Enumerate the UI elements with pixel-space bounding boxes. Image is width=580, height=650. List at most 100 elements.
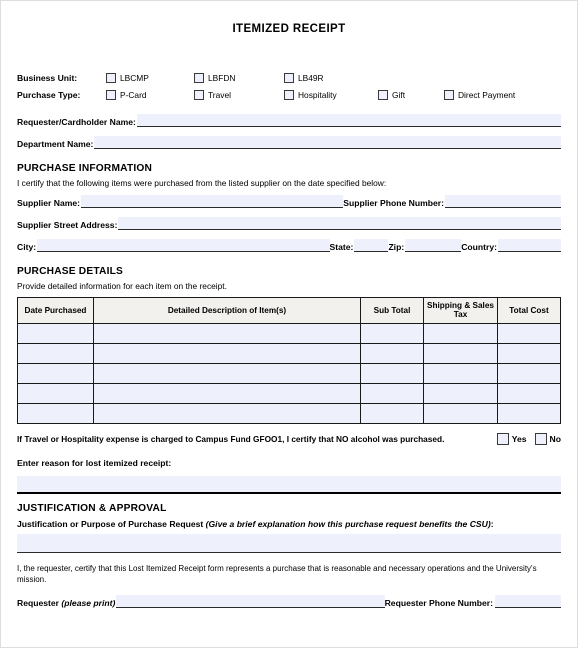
cell-total-cost[interactable] (497, 402, 561, 424)
page-title: ITEMIZED RECEIPT (232, 23, 346, 35)
cell-shipping-tax[interactable] (423, 382, 498, 404)
checkbox-icon[interactable] (106, 72, 116, 83)
city-state-zip-country-row: City: State: Zip: Country: (17, 239, 561, 252)
section-divider (17, 491, 561, 494)
city-input[interactable] (37, 239, 330, 252)
requester-name-row: Requester/Cardholder Name: (17, 114, 561, 127)
cell-description[interactable] (93, 382, 361, 404)
cell-sub-total[interactable] (360, 362, 424, 384)
option-label: LBFDN (208, 72, 236, 83)
supplier-address-input[interactable] (118, 217, 561, 230)
cell-sub-total[interactable] (360, 342, 424, 364)
country-label: Country: (461, 242, 497, 252)
lost-receipt-reason-input[interactable] (17, 475, 561, 492)
cell-total-cost[interactable] (497, 342, 561, 364)
cell-sub-total[interactable] (360, 322, 424, 344)
table-row (17, 342, 561, 364)
column-header-sub-total: Sub Total (360, 297, 424, 324)
cell-shipping-tax[interactable] (423, 322, 498, 344)
alcohol-yes-label: Yes (511, 433, 527, 444)
column-header-description: Detailed Description of Item(s) (93, 297, 361, 324)
requester-signature-row: Requester (please print) Requester Phone… (17, 595, 561, 609)
purchase-type-option-gift[interactable]: Gift (378, 89, 444, 100)
receipt-form-page: ITEMIZED RECEIPT Business Unit: LBCMP LB… (0, 0, 578, 648)
supplier-phone-label: Supplier Phone Number: (343, 198, 444, 208)
checkbox-icon[interactable] (378, 89, 388, 100)
supplier-name-row: Supplier Name: Supplier Phone Number: (17, 195, 561, 208)
purchase-details-table: Date Purchased Detailed Description of I… (17, 297, 561, 424)
justification-heading: JUSTIFICATION & APPROVAL (17, 502, 167, 514)
requester-print-label-bold: Requester (17, 598, 60, 609)
requester-print-input[interactable] (116, 595, 385, 609)
cell-total-cost[interactable] (497, 322, 561, 344)
checkbox-icon[interactable] (284, 72, 294, 83)
checkbox-icon[interactable] (444, 89, 454, 100)
cell-total-cost[interactable] (497, 362, 561, 384)
cell-date[interactable] (17, 402, 94, 424)
requester-name-input[interactable] (136, 114, 561, 127)
state-input[interactable] (354, 239, 389, 252)
supplier-name-input[interactable] (81, 195, 344, 208)
purchase-type-row: Purchase Type: P-Card Travel Hospitality… (17, 86, 561, 103)
cell-description[interactable] (93, 402, 361, 424)
checkbox-icon[interactable] (106, 89, 116, 100)
purchase-type-label: Purchase Type: (17, 89, 81, 100)
cell-description[interactable] (93, 362, 361, 384)
zip-label: Zip: (388, 242, 405, 252)
business-unit-option-lbcmp[interactable]: LBCMP (106, 72, 194, 83)
alcohol-yes-checkbox-icon[interactable] (496, 432, 509, 445)
cell-shipping-tax[interactable] (423, 402, 498, 424)
justification-prompt-suffix: : (490, 518, 494, 529)
attestation-text: I, the requester, certify that this Lost… (17, 563, 537, 585)
city-label: City: (17, 242, 37, 252)
cell-date[interactable] (17, 362, 94, 384)
business-unit-row: Business Unit: LBCMP LBFDN LB49R (17, 69, 561, 86)
purchase-type-option-hospitality[interactable]: Hospitality (284, 89, 378, 100)
table-header-row: Date Purchased Detailed Description of I… (17, 297, 561, 324)
justification-input[interactable] (17, 533, 561, 553)
alcohol-certification-text: If Travel or Hospitality expense is char… (17, 433, 445, 444)
purchase-type-option-travel[interactable]: Travel (194, 89, 284, 100)
checkbox-icon[interactable] (284, 89, 294, 100)
requester-phone-input[interactable] (495, 595, 561, 609)
justification-prompt-italic: (Give a brief explanation how this purch… (205, 518, 491, 529)
state-label: State: (329, 242, 354, 252)
column-header-date-purchased: Date Purchased (17, 297, 94, 324)
cell-sub-total[interactable] (360, 382, 424, 404)
department-name-input[interactable] (94, 136, 561, 149)
cell-date[interactable] (17, 342, 94, 364)
cell-description[interactable] (93, 322, 361, 344)
classification-section: Business Unit: LBCMP LBFDN LB49R Purchas… (17, 69, 561, 103)
option-label: Gift (392, 89, 406, 100)
business-unit-label: Business Unit: (17, 72, 78, 83)
cell-shipping-tax[interactable] (423, 362, 498, 384)
checkbox-icon[interactable] (194, 89, 204, 100)
supplier-phone-input[interactable] (445, 195, 561, 208)
table-row (17, 402, 561, 424)
purchase-details-instruction: Provide detailed information for each it… (17, 281, 227, 291)
business-unit-option-lb49r[interactable]: LB49R (284, 72, 324, 83)
country-input[interactable] (498, 239, 561, 252)
department-name-label: Department Name: (17, 139, 94, 149)
supplier-address-label: Supplier Street Address: (17, 220, 118, 230)
lost-receipt-reason-label: Enter reason for lost itemized receipt: (17, 457, 172, 468)
alcohol-no-label: No (549, 433, 561, 444)
supplier-address-row: Supplier Street Address: (17, 217, 561, 230)
cell-sub-total[interactable] (360, 402, 424, 424)
cell-total-cost[interactable] (497, 382, 561, 404)
purchase-information-certification: I certify that the following items were … (17, 178, 387, 188)
alcohol-no-checkbox-icon[interactable] (534, 432, 547, 445)
requester-name-label: Requester/Cardholder Name: (17, 117, 136, 127)
purchase-details-heading: PURCHASE DETAILS (17, 266, 124, 277)
purchase-type-option-direct-payment[interactable]: Direct Payment (444, 89, 515, 100)
cell-date[interactable] (17, 322, 94, 344)
table-row (17, 362, 561, 384)
cell-description[interactable] (93, 342, 361, 364)
cell-date[interactable] (17, 382, 94, 404)
purchase-type-option-pcard[interactable]: P-Card (106, 89, 194, 100)
zip-input[interactable] (405, 239, 462, 252)
checkbox-icon[interactable] (194, 72, 204, 83)
cell-shipping-tax[interactable] (423, 342, 498, 364)
business-unit-option-lbfdn[interactable]: LBFDN (194, 72, 284, 83)
option-label: Hospitality (298, 89, 337, 100)
